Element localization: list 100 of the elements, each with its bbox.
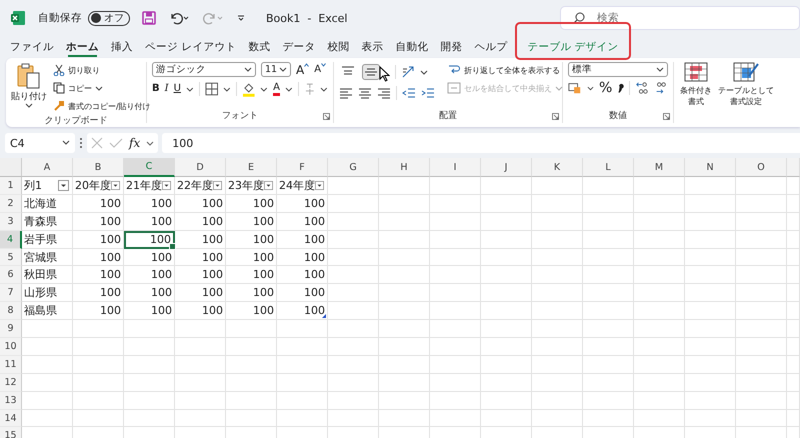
row-header[interactable]: 11 (0, 356, 22, 374)
table-cell[interactable] (226, 338, 277, 356)
row-header[interactable]: 2 (0, 194, 22, 213)
ribbon-tab[interactable]: ヘルプ (468, 36, 514, 58)
filter-dropdown-icon[interactable] (58, 180, 69, 191)
table-cell[interactable] (685, 194, 736, 213)
row-header[interactable]: 6 (0, 266, 22, 284)
number-format-dropdown[interactable]: 標準 (568, 62, 668, 77)
table-cell[interactable] (379, 356, 430, 374)
table-cell[interactable] (430, 302, 481, 320)
table-cell[interactable] (787, 410, 800, 428)
table-cell[interactable]: 20年度 (73, 177, 124, 195)
table-cell[interactable] (22, 410, 73, 428)
dropdown-icon[interactable] (146, 139, 154, 147)
table-cell[interactable] (175, 410, 226, 428)
table-cell[interactable] (481, 177, 532, 195)
wrap-text-button[interactable]: 折り返して全体を表示する (447, 62, 563, 78)
font-name-dropdown[interactable]: 游ゴシック (152, 62, 256, 77)
table-cell[interactable] (634, 410, 685, 428)
table-cell[interactable] (73, 356, 124, 374)
table-cell[interactable] (430, 392, 481, 410)
table-cell[interactable] (532, 392, 583, 410)
table-cell[interactable] (583, 177, 634, 195)
table-cell[interactable] (532, 248, 583, 266)
row-header[interactable]: 8 (0, 302, 22, 320)
table-cell[interactable] (532, 212, 583, 231)
table-cell[interactable]: 100 (73, 248, 124, 266)
table-cell[interactable] (328, 356, 379, 374)
table-cell[interactable] (124, 338, 175, 356)
table-cell[interactable]: 100 (73, 212, 124, 231)
table-cell[interactable] (634, 194, 685, 213)
table-cell[interactable] (736, 338, 787, 356)
table-cell[interactable] (226, 320, 277, 338)
table-cell[interactable] (430, 320, 481, 338)
table-cell[interactable] (226, 356, 277, 374)
table-cell[interactable] (379, 284, 430, 302)
table-cell[interactable] (736, 230, 787, 249)
table-cell[interactable] (430, 248, 481, 266)
table-cell[interactable] (685, 356, 736, 374)
table-cell[interactable]: 100 (277, 266, 328, 284)
table-cell[interactable] (634, 284, 685, 302)
autosave-toggle[interactable]: オフ (88, 10, 130, 26)
table-cell[interactable] (481, 410, 532, 428)
filter-dropdown-icon[interactable] (315, 180, 324, 191)
table-cell[interactable] (736, 248, 787, 266)
table-cell[interactable] (328, 320, 379, 338)
column-header[interactable]: B (73, 158, 124, 177)
ribbon-tab[interactable]: 開発 (434, 36, 468, 58)
table-cell[interactable] (328, 410, 379, 428)
table-cell[interactable] (736, 284, 787, 302)
table-cell[interactable] (736, 410, 787, 428)
paste-button[interactable]: 貼り付け (11, 62, 47, 114)
customize-toolbar-icon[interactable] (236, 13, 246, 23)
table-cell[interactable] (379, 212, 430, 231)
table-cell[interactable] (328, 392, 379, 410)
table-cell[interactable] (583, 392, 634, 410)
table-cell[interactable] (532, 230, 583, 249)
font-color-button[interactable]: A (273, 82, 280, 96)
table-cell[interactable] (634, 230, 685, 249)
column-header[interactable]: C (124, 158, 175, 177)
table-cell[interactable] (583, 374, 634, 392)
table-cell[interactable] (736, 374, 787, 392)
table-cell[interactable] (685, 302, 736, 320)
dropdown-icon[interactable] (420, 68, 428, 76)
row-header[interactable]: 13 (0, 392, 22, 410)
table-cell[interactable] (787, 338, 800, 356)
table-cell[interactable] (328, 266, 379, 284)
accounting-format-icon[interactable] (568, 81, 582, 95)
table-cell[interactable] (328, 338, 379, 356)
table-cell[interactable] (226, 410, 277, 428)
table-cell[interactable] (175, 374, 226, 392)
table-cell[interactable] (277, 392, 328, 410)
decrease-indent-icon[interactable] (402, 87, 416, 99)
underline-button[interactable]: U (174, 82, 181, 96)
table-cell[interactable]: 100 (73, 284, 124, 302)
dropdown-icon[interactable] (284, 85, 293, 93)
table-cell[interactable]: 23年度 (226, 177, 277, 195)
dropdown-icon[interactable] (260, 85, 268, 93)
table-cell[interactable] (124, 320, 175, 338)
table-cell[interactable]: 100 (226, 266, 277, 284)
save-icon[interactable] (142, 11, 156, 25)
dropdown-icon[interactable] (320, 85, 328, 93)
table-cell[interactable] (175, 356, 226, 374)
table-cell[interactable] (328, 194, 379, 213)
ribbon-tab[interactable]: 数式 (242, 36, 276, 58)
ribbon-tab[interactable]: 校閲 (321, 36, 356, 58)
table-cell[interactable] (736, 320, 787, 338)
table-cell[interactable] (634, 374, 685, 392)
table-cell[interactable] (481, 230, 532, 249)
table-cell[interactable] (685, 338, 736, 356)
table-cell[interactable] (328, 230, 379, 249)
table-cell[interactable] (430, 177, 481, 195)
font-size-dropdown[interactable]: 11 (261, 62, 291, 77)
table-cell[interactable] (634, 212, 685, 231)
table-cell[interactable] (277, 320, 328, 338)
table-cell[interactable] (379, 374, 430, 392)
table-cell[interactable] (277, 374, 328, 392)
orientation-icon[interactable] (401, 65, 415, 79)
table-cell[interactable] (787, 266, 800, 284)
ribbon-tab[interactable]: ホーム (60, 36, 105, 58)
